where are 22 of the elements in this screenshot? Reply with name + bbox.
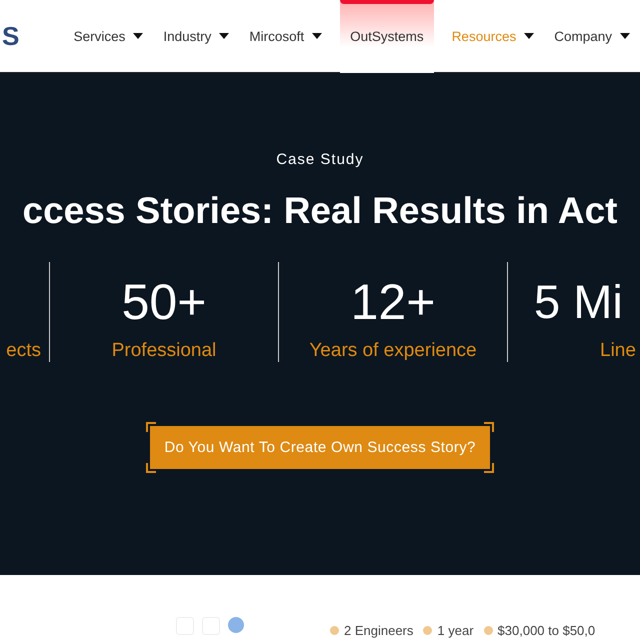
stat-label: Professional bbox=[112, 340, 216, 362]
nav-link[interactable]: Services bbox=[64, 0, 154, 72]
stat-label: Line bbox=[600, 340, 636, 362]
stat-number: 50+ bbox=[122, 273, 206, 332]
stat-label: Years of experience bbox=[309, 340, 477, 362]
nav-link[interactable]: Company bbox=[544, 0, 640, 72]
avatar-icon bbox=[228, 617, 244, 633]
nav-link[interactable]: Mircosoft bbox=[239, 0, 332, 72]
fact-text: 1 year bbox=[437, 623, 474, 638]
stat-number: 12+ bbox=[350, 273, 436, 332]
fact-icon bbox=[484, 626, 493, 635]
hero-title: ccess Stories: Real Results in Act bbox=[22, 190, 618, 232]
stat-number: 5 Mi bbox=[534, 274, 623, 330]
logo[interactable]: S bbox=[2, 20, 64, 52]
stat-label: ects bbox=[6, 340, 41, 362]
fact-text: $30,000 to $50,0 bbox=[498, 623, 596, 638]
eyebrow-text: Case Study bbox=[276, 151, 364, 168]
fact-icon bbox=[423, 626, 432, 635]
nav-link[interactable]: Industry bbox=[153, 0, 240, 72]
fact-text: 2 Engineers bbox=[344, 623, 414, 638]
nav-link[interactable]: OutSystems bbox=[340, 0, 434, 72]
fact-icon bbox=[330, 626, 339, 635]
